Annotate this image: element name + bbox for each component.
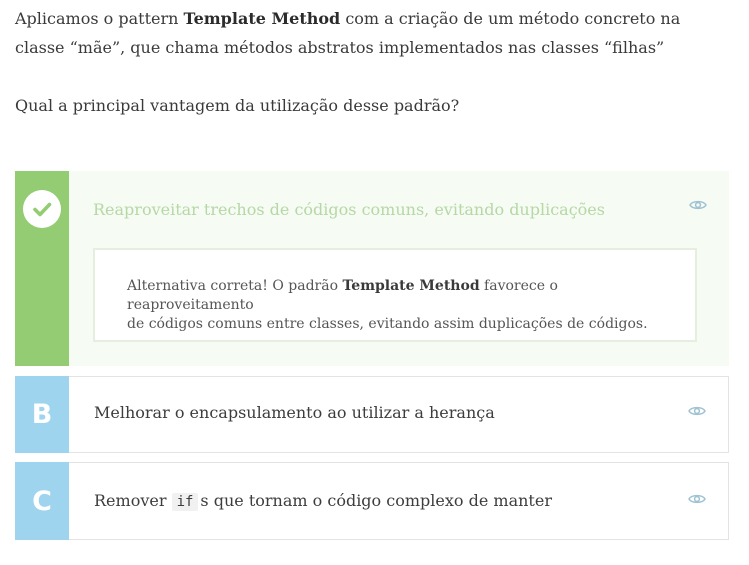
- correct-marker: [15, 171, 69, 366]
- inline-code: if: [171, 493, 199, 511]
- feedback-box: Alternativa correta! O padrão Template M…: [93, 248, 697, 342]
- alternative-a[interactable]: Reaproveitar trechos de códigos comuns, …: [15, 171, 729, 366]
- eye-icon[interactable]: [688, 405, 706, 417]
- alternative-c[interactable]: C Remover if s que tornam o código comple…: [15, 462, 729, 540]
- eye-icon[interactable]: [689, 199, 707, 211]
- question-text: Aplicamos o pattern Template Method com …: [15, 9, 681, 57]
- feedback-pattern-name: Template Method: [342, 278, 480, 294]
- check-icon: [23, 190, 61, 228]
- eye-icon[interactable]: [688, 493, 706, 505]
- pattern-name: Template Method: [183, 9, 341, 28]
- question-statement: Aplicamos o pattern Template Method com …: [15, 4, 715, 120]
- alternative-b-text: Melhorar o encapsulamento ao utilizar a …: [94, 403, 495, 422]
- alternative-b-marker: B: [15, 376, 69, 453]
- alternative-c-marker: C: [15, 462, 69, 540]
- alternative-c-text: Remover if s que tornam o código complexo…: [94, 491, 552, 511]
- question-prompt: Qual a principal vantagem da utilização …: [15, 96, 460, 115]
- alternative-a-text: Reaproveitar trechos de códigos comuns, …: [93, 200, 605, 219]
- alternative-b[interactable]: B Melhorar o encapsulamento ao utilizar …: [15, 376, 729, 453]
